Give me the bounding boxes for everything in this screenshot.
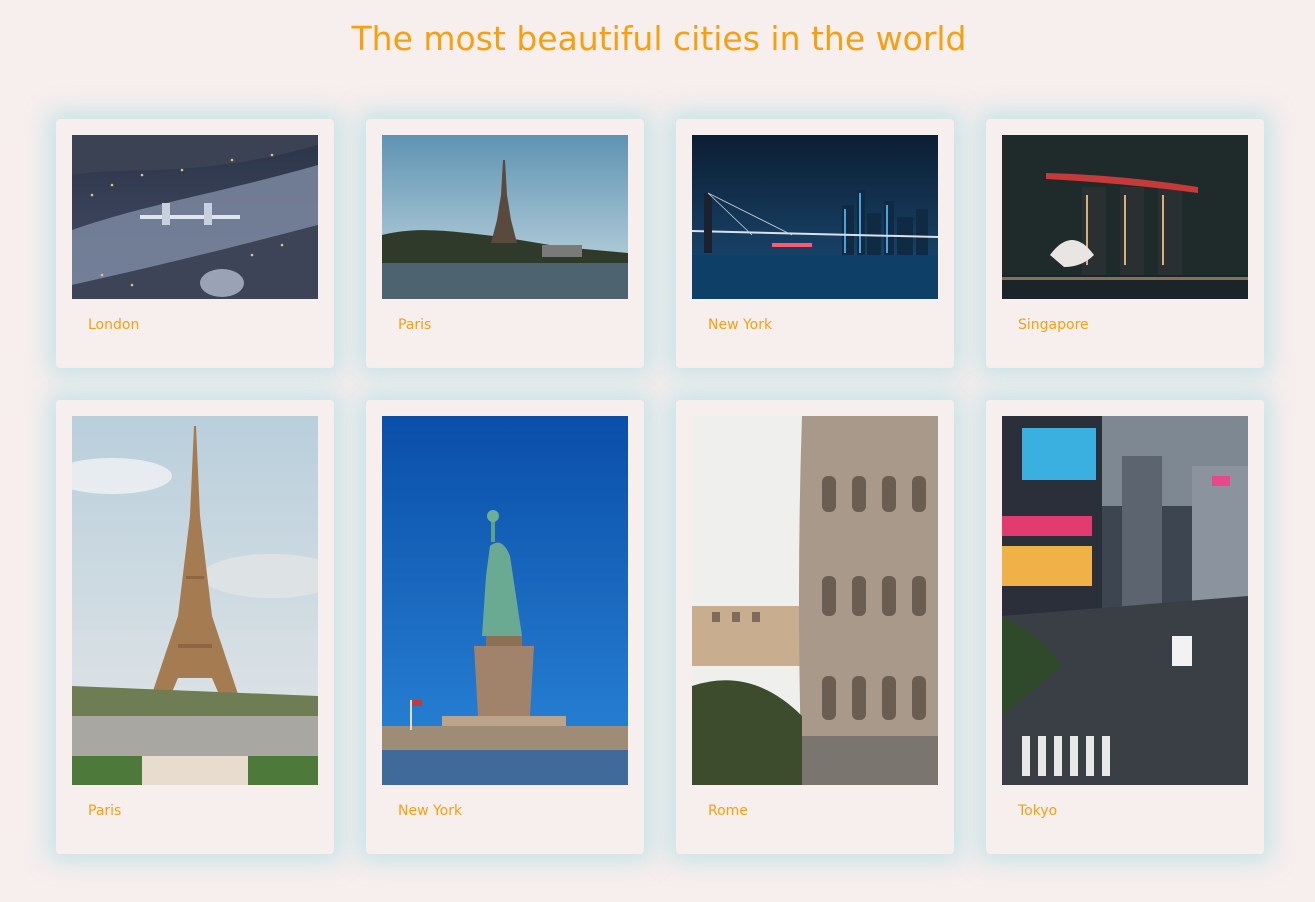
city-name: Tokyo	[1018, 803, 1058, 819]
city-name: New York	[398, 803, 463, 819]
city-photo-rome[interactable]	[692, 416, 938, 785]
page: The most beautiful cities in the world L…	[0, 0, 1315, 902]
page-title: The most beautiful cities in the world	[351, 19, 967, 58]
city-card-paris-eiffel[interactable]: Paris	[56, 400, 334, 854]
city-card-new-york-liberty[interactable]: New York	[366, 400, 644, 854]
city-card-new-york[interactable]: New York	[676, 119, 954, 368]
city-card-tokyo[interactable]: Tokyo	[986, 400, 1264, 854]
city-name: Rome	[708, 803, 748, 819]
city-photo-london[interactable]	[72, 135, 318, 299]
city-card-paris[interactable]: Paris	[366, 119, 644, 368]
city-photo-new-york[interactable]	[692, 135, 938, 299]
city-photo-tokyo[interactable]	[1002, 416, 1248, 785]
city-name: Paris	[88, 803, 122, 819]
city-photo-singapore[interactable]	[1002, 135, 1248, 299]
city-card-london[interactable]: London	[56, 119, 334, 368]
city-name: Paris	[398, 317, 432, 333]
city-name: Singapore	[1018, 317, 1089, 333]
city-photo-paris[interactable]	[382, 135, 628, 299]
city-photo-paris-eiffel[interactable]	[72, 416, 318, 785]
city-name: London	[88, 317, 140, 333]
city-card-singapore[interactable]: Singapore	[986, 119, 1264, 368]
city-name: New York	[708, 317, 773, 333]
city-card-rome[interactable]: Rome	[676, 400, 954, 854]
city-photo-new-york-liberty[interactable]	[382, 416, 628, 785]
